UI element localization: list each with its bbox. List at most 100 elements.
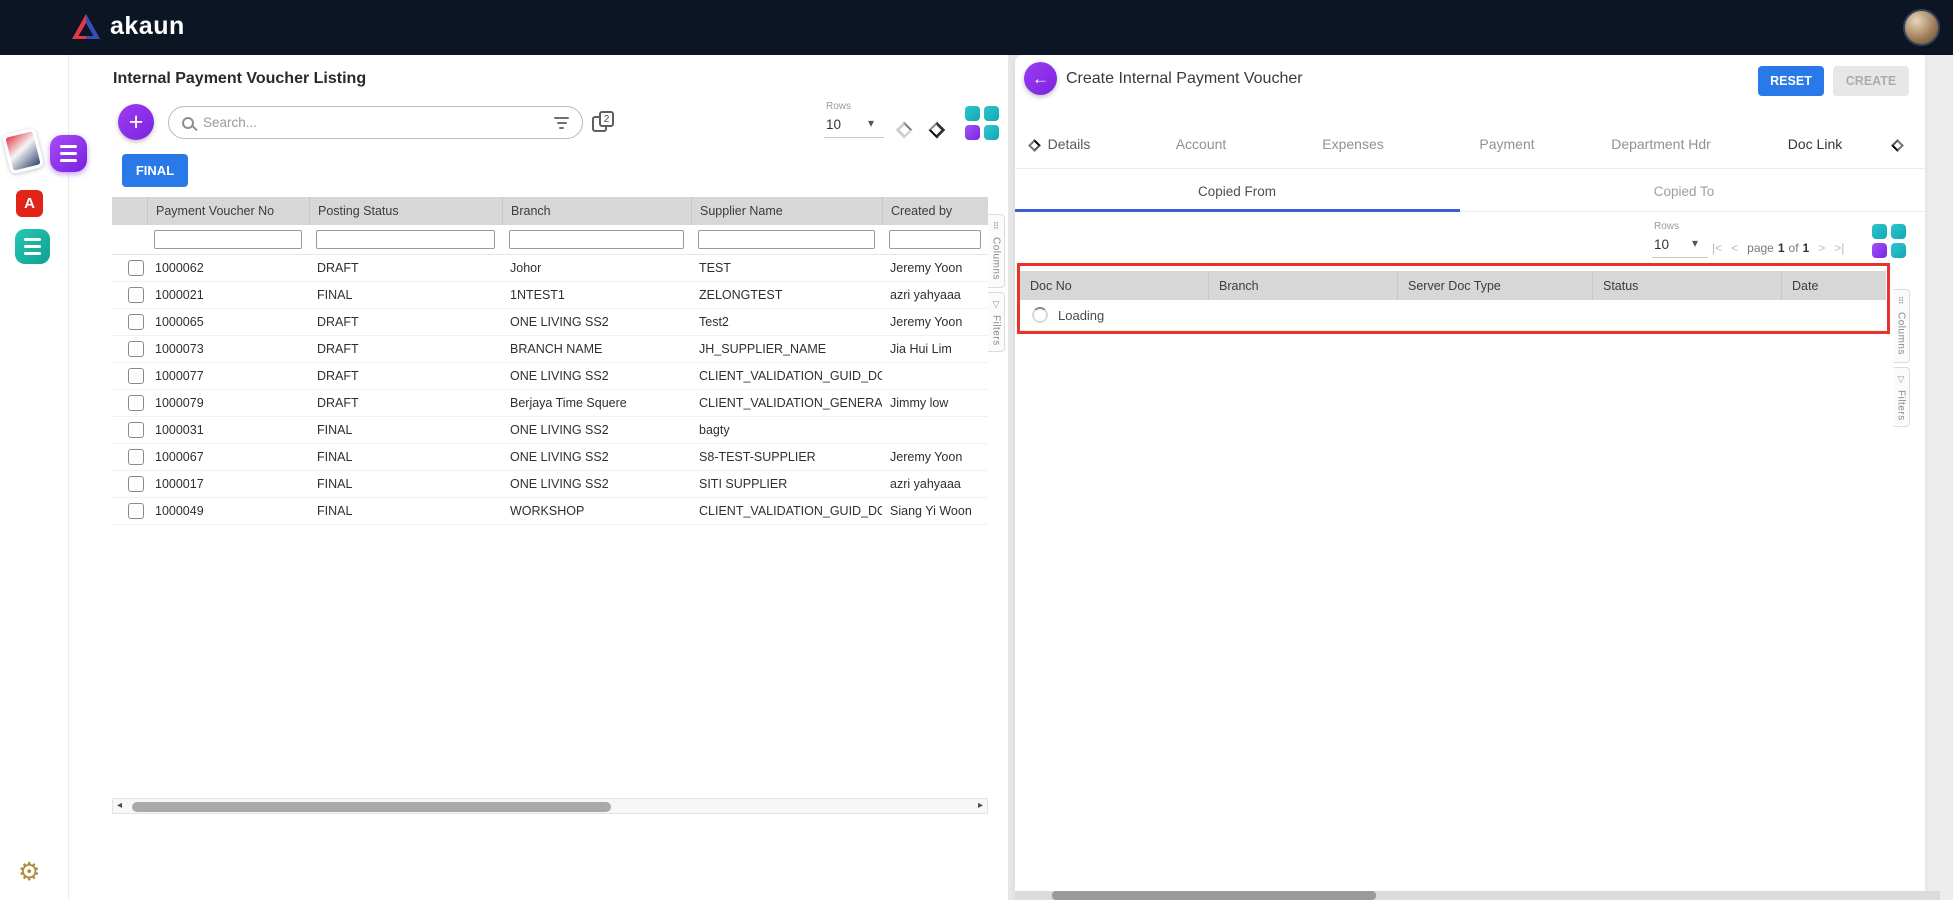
cell-branch: BRANCH NAME <box>502 342 691 356</box>
last-page-icon[interactable]: >| <box>1834 241 1844 255</box>
reset-button[interactable]: RESET <box>1758 66 1824 96</box>
back-button[interactable]: ← <box>1024 62 1057 95</box>
table-row[interactable]: 1000073 DRAFT BRANCH NAME JH_SUPPLIER_NA… <box>112 336 988 363</box>
subtab-copied-from[interactable]: Copied From <box>1198 184 1276 199</box>
filters-side-tab[interactable]: ▽ Filters <box>1893 367 1910 427</box>
tab-doc-link[interactable]: Doc Link <box>1788 136 1842 152</box>
cell-posting-status: FINAL <box>309 504 502 518</box>
column-header[interactable]: Payment Voucher No <box>147 197 309 225</box>
grid-view-button[interactable] <box>965 106 999 140</box>
column-header[interactable]: Server Doc Type <box>1397 271 1592 300</box>
row-checkbox[interactable] <box>128 449 144 465</box>
grid-view-button[interactable] <box>1872 224 1906 258</box>
column-header[interactable]: Date <box>1781 271 1886 300</box>
filter-lines-icon[interactable] <box>554 117 569 129</box>
column-header[interactable]: Branch <box>502 197 691 225</box>
duplicate-view-button[interactable]: 2 <box>592 111 616 135</box>
columns-side-tab[interactable]: ⠿ Columns <box>1893 289 1910 363</box>
final-filter-chip[interactable]: FINAL <box>122 154 188 187</box>
chevron-down-icon[interactable]: ▾ <box>868 116 874 130</box>
column-header[interactable]: Supplier Name <box>691 197 882 225</box>
table-row[interactable]: 1000077 DRAFT ONE LIVING SS2 CLIENT_VALI… <box>112 363 988 390</box>
filter-input-supplier-name[interactable] <box>698 230 875 249</box>
column-header[interactable]: Status <box>1592 271 1781 300</box>
rows-per-page-select[interactable]: 10 <box>826 117 841 132</box>
next-page-icon[interactable]: > <box>1818 241 1825 255</box>
loading-spinner-icon <box>1032 307 1048 323</box>
app-menu-button[interactable] <box>50 135 87 172</box>
cell-branch: Johor <box>502 261 691 275</box>
cell-supplier-name: CLIENT_VALIDATION_GUID_DO... <box>691 504 882 518</box>
cell-created-by: Jeremy Yoon <box>882 450 988 464</box>
tab-details[interactable]: Details <box>1048 136 1091 152</box>
cell-supplier-name: Test2 <box>691 315 882 329</box>
table-row[interactable]: 1000067 FINAL ONE LIVING SS2 S8-TEST-SUP… <box>112 444 988 471</box>
prev-page-icon[interactable]: < <box>1731 241 1738 255</box>
table-row[interactable]: 1000017 FINAL ONE LIVING SS2 SITI SUPPLI… <box>112 471 988 498</box>
row-checkbox[interactable] <box>128 476 144 492</box>
tab-payment[interactable]: Payment <box>1479 136 1534 152</box>
tab-expenses[interactable]: Expenses <box>1322 136 1383 152</box>
bento-square <box>1891 243 1906 258</box>
horizontal-scrollbar[interactable]: ◂ ▸ <box>112 798 988 814</box>
cell-created-by: Jeremy Yoon <box>882 315 988 329</box>
cell-branch: 1NTEST1 <box>502 288 691 302</box>
row-checkbox[interactable] <box>128 314 144 330</box>
sidebar: A ⚙ <box>0 55 69 900</box>
column-header[interactable]: Posting Status <box>309 197 502 225</box>
filter-input-voucher-no[interactable] <box>154 230 302 249</box>
table-row[interactable]: 1000079 DRAFT Berjaya Time Squere CLIENT… <box>112 390 988 417</box>
horizontal-scrollbar[interactable] <box>1015 891 1940 900</box>
listing-app-icon[interactable] <box>15 229 50 264</box>
table-row[interactable]: 1000049 FINAL WORKSHOP CLIENT_VALIDATION… <box>112 498 988 525</box>
cell-posting-status: FINAL <box>309 477 502 491</box>
tab-department-hdr[interactable]: Department Hdr <box>1611 136 1711 152</box>
settings-gear-icon[interactable]: ⚙ <box>18 857 40 887</box>
app-screen: akaun A ⚙ Internal Payment Voucher Listi… <box>0 0 1953 900</box>
row-checkbox[interactable] <box>128 395 144 411</box>
row-checkbox[interactable] <box>128 503 144 519</box>
scrollbar-thumb[interactable] <box>132 802 611 812</box>
table-row[interactable]: 1000062 DRAFT Johor TEST Jeremy Yoon <box>112 255 988 282</box>
rows-per-page-select[interactable]: 10 <box>1654 237 1669 252</box>
cell-branch: Berjaya Time Squere <box>502 396 691 410</box>
columns-side-tab[interactable]: ⠿ Columns <box>988 214 1005 288</box>
scroll-right-arrow-icon[interactable]: ▸ <box>978 801 983 811</box>
first-page-icon[interactable]: |< <box>1712 241 1722 255</box>
table-row[interactable]: 1000065 DRAFT ONE LIVING SS2 Test2 Jerem… <box>112 309 988 336</box>
row-checkbox[interactable] <box>128 422 144 438</box>
filters-side-tab[interactable]: ▽ Filters <box>988 292 1005 352</box>
column-header[interactable]: Doc No <box>1020 271 1208 300</box>
filters-side-tab-label: Filters <box>991 315 1002 346</box>
pdf-app-icon[interactable]: A <box>16 190 43 217</box>
scroll-left-arrow-icon[interactable]: ◂ <box>117 801 122 811</box>
column-header[interactable]: Branch <box>1208 271 1397 300</box>
pagination: |< < page 1 of 1 > >| <box>1712 241 1844 255</box>
of-word: of <box>1789 241 1799 255</box>
row-checkbox[interactable] <box>128 368 144 384</box>
filter-input-posting-status[interactable] <box>316 230 495 249</box>
funnel-icon: ▽ <box>993 299 1000 310</box>
scrollbar-thumb[interactable] <box>1052 891 1376 900</box>
bento-square <box>1872 224 1887 239</box>
row-checkbox[interactable] <box>128 341 144 357</box>
cell-voucher-no: 1000067 <box>147 450 309 464</box>
cell-posting-status: DRAFT <box>309 342 502 356</box>
row-checkbox[interactable] <box>128 287 144 303</box>
filter-input-branch[interactable] <box>509 230 684 249</box>
chevron-down-icon[interactable]: ▾ <box>1692 236 1698 250</box>
page-word: page <box>1747 241 1774 255</box>
bento-square <box>965 106 980 121</box>
tab-account[interactable]: Account <box>1176 136 1227 152</box>
user-avatar[interactable] <box>1903 9 1940 46</box>
column-header[interactable]: Created by <box>882 197 988 225</box>
filter-input-created-by[interactable] <box>889 230 981 249</box>
search-input[interactable] <box>203 115 545 130</box>
table-row[interactable]: 1000031 FINAL ONE LIVING SS2 bagty <box>112 417 988 444</box>
add-voucher-button[interactable]: + <box>118 104 154 140</box>
row-checkbox[interactable] <box>128 260 144 276</box>
table-row[interactable]: 1000021 FINAL 1NTEST1 ZELONGTEST azri ya… <box>112 282 988 309</box>
subtab-copied-to[interactable]: Copied To <box>1654 184 1715 199</box>
create-button[interactable]: CREATE <box>1833 66 1909 96</box>
search-icon <box>182 117 194 129</box>
